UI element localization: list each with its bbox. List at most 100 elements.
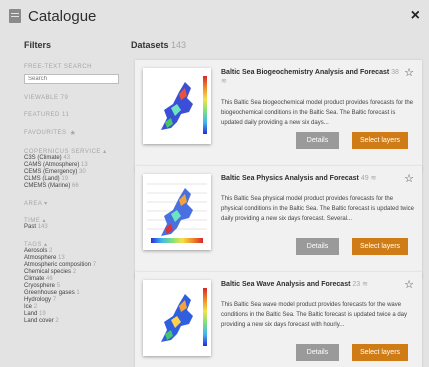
tag-filter-item[interactable]: Greenhouse gases 1 [24, 290, 128, 297]
dataset-card: Baltic Sea Physics Analysis and Forecast… [135, 166, 422, 279]
tag-filter-item[interactable]: Atmosphere 13 [24, 255, 128, 262]
tag-filter-item-label: Cryosphere [24, 283, 56, 289]
featured-filter[interactable]: FEATURED 11 [24, 112, 128, 118]
dataset-description: This Baltic Sea biogeochemical model pro… [221, 100, 414, 126]
tag-filter-item-label: Hydrology [24, 297, 52, 303]
tag-filter-item-label: Land cover [24, 318, 54, 324]
search-input[interactable] [24, 74, 119, 84]
favourites-label: FAVOURITES [24, 130, 67, 136]
select-layers-button[interactable]: Select layers [352, 238, 408, 255]
datasets-count: 143 [171, 40, 187, 50]
datasets-heading: Datasets 143 [131, 40, 429, 50]
service-filter-item-label: CLMS (Land) [24, 176, 60, 182]
service-filter-item-label: C3S (Climate) [24, 155, 62, 161]
select-layers-button[interactable]: Select layers [352, 132, 408, 149]
tag-filter-item[interactable]: Cryosphere 5 [24, 283, 128, 290]
close-icon[interactable]: × [411, 7, 420, 25]
dataset-title[interactable]: Baltic Sea Physics Analysis and Forecast… [221, 174, 399, 183]
modal-header: Catalogue × [0, 0, 429, 32]
time-filter-item[interactable]: Past 143 [24, 224, 128, 231]
star-outline-icon[interactable]: ☆ [404, 278, 414, 291]
service-filter-item-label: CEMS (Emergency) [24, 169, 78, 175]
modal-title: Catalogue [28, 7, 97, 25]
service-filter-item[interactable]: CLMS (Land) 19 [24, 176, 128, 183]
dataset-card: Baltic Sea Wave Analysis and Forecast 23… [135, 272, 422, 367]
tag-filter-item-count: 2 [55, 318, 59, 324]
tag-filter-item-count: 2 [49, 248, 53, 254]
layers-icon: ≋ [368, 175, 377, 182]
filters-title: Filters [24, 40, 52, 50]
free-text-search-label: FREE-TEXT SEARCH [24, 64, 92, 70]
tag-filter-item-count: 7 [52, 297, 57, 303]
tag-filter-item-count: 2 [33, 304, 38, 310]
details-button[interactable]: Details [296, 132, 339, 149]
dataset-thumbnail[interactable] [143, 68, 211, 144]
tag-filter-item-label: Climate [24, 276, 45, 282]
tags-toggle[interactable]: TAGS ▴ [24, 241, 128, 248]
service-filter-item-count: 19 [61, 176, 69, 182]
layer-count: 49 [360, 175, 369, 182]
map-thumbnail-image [143, 68, 211, 144]
tag-filter-item-count: 1 [76, 290, 80, 296]
time-filter-item-label: Past [24, 224, 37, 230]
tag-filter-item[interactable]: Land cover 2 [24, 318, 128, 325]
dataset-title[interactable]: Baltic Sea Biogeochemistry Analysis and … [221, 68, 399, 86]
viewable-filter[interactable]: VIEWABLE 79 [24, 95, 128, 101]
star-outline-icon[interactable]: ☆ [404, 172, 414, 185]
tag-filter-item[interactable]: Chemical species 2 [24, 269, 128, 276]
filters-sidebar: Filters FREE-TEXT SEARCH VIEWABLE 79 FEA… [0, 32, 128, 367]
service-filter-item-label: CAMS (Atmosphere) [24, 162, 80, 168]
tag-filter-item[interactable]: Aerosols 2 [24, 248, 128, 255]
star-outline-icon[interactable]: ☆ [404, 66, 414, 79]
tag-filter-item-count: 13 [58, 255, 65, 261]
service-filter-item-count: 30 [79, 169, 86, 175]
service-filter-item-label: CMEMS (Marine) [24, 183, 71, 189]
service-filter-item-count: 43 [63, 155, 71, 161]
service-filter-item-count: 13 [81, 162, 88, 168]
tag-filter-item-count: 46 [46, 276, 53, 282]
service-filter-item[interactable]: CEMS (Emergency) 30 [24, 169, 128, 176]
layers-icon: ≋ [221, 78, 227, 85]
copernicus-service-toggle[interactable]: COPERNICUS SERVICE ▴ [24, 148, 128, 155]
tag-filter-item[interactable]: Ice 2 [24, 304, 128, 311]
datasets-label: Datasets [131, 40, 169, 50]
service-filter-item-count: 66 [72, 183, 79, 189]
tag-filter-item[interactable]: Land 19 [24, 311, 128, 318]
area-toggle[interactable]: AREA ▾ [24, 200, 128, 207]
dataset-thumbnail[interactable] [143, 174, 211, 250]
details-button[interactable]: Details [296, 238, 339, 255]
tag-filter-item-label: Aerosols [24, 248, 48, 254]
tag-filter-item-label: Greenhouse gases [24, 290, 75, 296]
service-filter-item[interactable]: CAMS (Atmosphere) 13 [24, 162, 128, 169]
map-thumbnail-image [143, 280, 211, 356]
dataset-title-text: Baltic Sea Physics Analysis and Forecast [221, 175, 359, 182]
layers-icon: ≋ [360, 281, 368, 288]
details-button[interactable]: Details [296, 344, 339, 361]
tag-filter-item[interactable]: Hydrology 7 [24, 297, 128, 304]
tag-filter-item-label: Atmosphere [24, 255, 57, 261]
tag-filter-item-count: 7 [92, 262, 97, 268]
tag-filter-item[interactable]: Climate 46 [24, 276, 128, 283]
dataset-description: This Baltic Sea wave model product provi… [221, 302, 407, 328]
time-toggle[interactable]: TIME ▴ [24, 217, 128, 224]
tag-filter-item[interactable]: Atmospheric composition 7 [24, 262, 128, 269]
dataset-thumbnail[interactable] [143, 280, 211, 356]
select-layers-button[interactable]: Select layers [352, 344, 408, 361]
services-list: C3S (Climate) 43 CAMS (Atmosphere) 13 CEMS… [24, 155, 128, 190]
map-thumbnail-image [143, 174, 211, 250]
favourites-filter[interactable]: FAVOURITES ★ [24, 129, 128, 137]
tags-list: Aerosols 2 Atmosphere 13 Atmospheric compo… [24, 248, 128, 325]
dataset-title[interactable]: Baltic Sea Wave Analysis and Forecast 23… [221, 280, 399, 289]
tag-filter-item-label: Chemical species [24, 269, 72, 275]
catalogue-icon [9, 9, 21, 23]
tag-filter-item-label: Atmospheric composition [24, 262, 92, 268]
tag-filter-item-label: Ice [24, 304, 33, 310]
tag-filter-item-count: 2 [72, 269, 77, 275]
layer-count: 38 [391, 69, 399, 76]
tag-filter-item-count: 19 [39, 311, 46, 317]
service-filter-item[interactable]: C3S (Climate) 43 [24, 155, 128, 162]
service-filter-item[interactable]: CMEMS (Marine) 66 [24, 183, 128, 190]
time-filter-item-count: 143 [37, 224, 48, 230]
datasets-panel: Datasets 143 Baltic Sea Biogeochemistry … [131, 32, 429, 367]
dataset-card: Baltic Sea Biogeochemistry Analysis and … [135, 60, 422, 173]
